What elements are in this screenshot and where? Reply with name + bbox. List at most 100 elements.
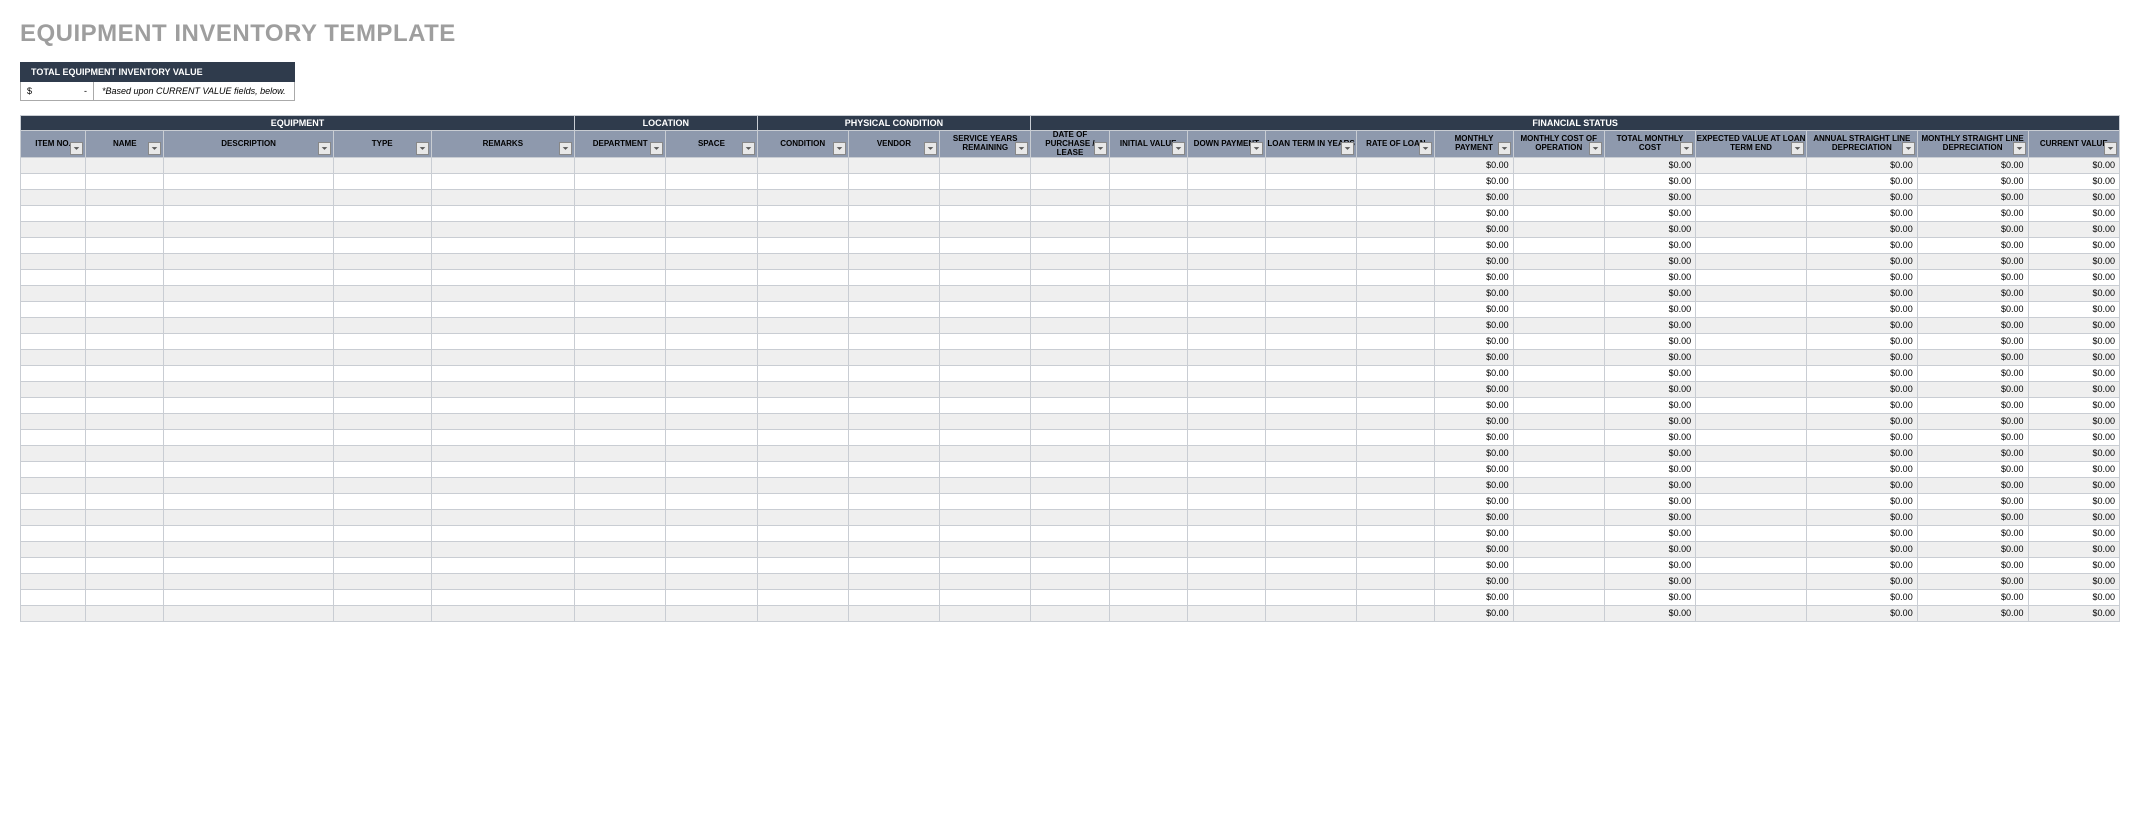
- cell-vendor[interactable]: [848, 606, 939, 622]
- cell-vendor[interactable]: [848, 478, 939, 494]
- cell-date-purchase[interactable]: [1031, 158, 1109, 174]
- cell-vendor[interactable]: [848, 158, 939, 174]
- cell-expected-value[interactable]: [1696, 430, 1807, 446]
- cell-space[interactable]: [666, 478, 757, 494]
- cell-description[interactable]: [164, 318, 333, 334]
- cell-service-years[interactable]: [940, 478, 1031, 494]
- cell-current-value[interactable]: $0.00: [2028, 526, 2120, 542]
- cell-expected-value[interactable]: [1696, 318, 1807, 334]
- cell-expected-value[interactable]: [1696, 254, 1807, 270]
- cell-initial-value[interactable]: [1109, 190, 1187, 206]
- cell-service-years[interactable]: [940, 526, 1031, 542]
- cell-condition[interactable]: [757, 222, 848, 238]
- cell-type[interactable]: [333, 350, 431, 366]
- cell-current-value[interactable]: $0.00: [2028, 366, 2120, 382]
- cell-space[interactable]: [666, 590, 757, 606]
- cell-type[interactable]: [333, 606, 431, 622]
- cell-total-monthly-cost[interactable]: $0.00: [1604, 334, 1695, 350]
- cell-monthly-depreciation[interactable]: $0.00: [1917, 254, 2028, 270]
- cell-vendor[interactable]: [848, 318, 939, 334]
- cell-monthly-cost-operation[interactable]: [1513, 494, 1604, 510]
- cell-space[interactable]: [666, 494, 757, 510]
- cell-expected-value[interactable]: [1696, 494, 1807, 510]
- cell-department[interactable]: [575, 542, 666, 558]
- cell-monthly-cost-operation[interactable]: [1513, 174, 1604, 190]
- cell-initial-value[interactable]: [1109, 398, 1187, 414]
- cell-expected-value[interactable]: [1696, 462, 1807, 478]
- cell-loan-term[interactable]: [1265, 350, 1356, 366]
- cell-expected-value[interactable]: [1696, 590, 1807, 606]
- cell-loan-term[interactable]: [1265, 190, 1356, 206]
- cell-annual-depreciation[interactable]: $0.00: [1806, 302, 1917, 318]
- cell-name[interactable]: [86, 206, 164, 222]
- cell-down-payment[interactable]: [1187, 366, 1265, 382]
- cell-date-purchase[interactable]: [1031, 350, 1109, 366]
- cell-item-no[interactable]: [21, 334, 86, 350]
- cell-name[interactable]: [86, 382, 164, 398]
- cell-date-purchase[interactable]: [1031, 398, 1109, 414]
- cell-vendor[interactable]: [848, 222, 939, 238]
- cell-condition[interactable]: [757, 494, 848, 510]
- cell-initial-value[interactable]: [1109, 478, 1187, 494]
- cell-department[interactable]: [575, 350, 666, 366]
- cell-space[interactable]: [666, 254, 757, 270]
- cell-current-value[interactable]: $0.00: [2028, 430, 2120, 446]
- cell-type[interactable]: [333, 270, 431, 286]
- cell-monthly-depreciation[interactable]: $0.00: [1917, 510, 2028, 526]
- cell-rate-of-loan[interactable]: [1357, 526, 1435, 542]
- cell-total-monthly-cost[interactable]: $0.00: [1604, 222, 1695, 238]
- cell-space[interactable]: [666, 238, 757, 254]
- cell-down-payment[interactable]: [1187, 270, 1265, 286]
- cell-item-no[interactable]: [21, 238, 86, 254]
- cell-remarks[interactable]: [431, 462, 574, 478]
- cell-total-monthly-cost[interactable]: $0.00: [1604, 590, 1695, 606]
- cell-description[interactable]: [164, 462, 333, 478]
- cell-monthly-cost-operation[interactable]: [1513, 158, 1604, 174]
- cell-rate-of-loan[interactable]: [1357, 510, 1435, 526]
- cell-service-years[interactable]: [940, 270, 1031, 286]
- cell-condition[interactable]: [757, 158, 848, 174]
- cell-expected-value[interactable]: [1696, 574, 1807, 590]
- cell-monthly-depreciation[interactable]: $0.00: [1917, 574, 2028, 590]
- cell-item-no[interactable]: [21, 318, 86, 334]
- cell-monthly-depreciation[interactable]: $0.00: [1917, 158, 2028, 174]
- cell-name[interactable]: [86, 558, 164, 574]
- cell-annual-depreciation[interactable]: $0.00: [1806, 478, 1917, 494]
- cell-rate-of-loan[interactable]: [1357, 302, 1435, 318]
- cell-expected-value[interactable]: [1696, 334, 1807, 350]
- filter-icon[interactable]: [416, 142, 429, 155]
- cell-name[interactable]: [86, 542, 164, 558]
- cell-date-purchase[interactable]: [1031, 334, 1109, 350]
- cell-date-purchase[interactable]: [1031, 494, 1109, 510]
- cell-monthly-cost-operation[interactable]: [1513, 430, 1604, 446]
- cell-monthly-cost-operation[interactable]: [1513, 350, 1604, 366]
- cell-rate-of-loan[interactable]: [1357, 286, 1435, 302]
- cell-remarks[interactable]: [431, 446, 574, 462]
- cell-remarks[interactable]: [431, 174, 574, 190]
- cell-initial-value[interactable]: [1109, 430, 1187, 446]
- cell-space[interactable]: [666, 286, 757, 302]
- cell-loan-term[interactable]: [1265, 478, 1356, 494]
- cell-rate-of-loan[interactable]: [1357, 222, 1435, 238]
- cell-down-payment[interactable]: [1187, 190, 1265, 206]
- cell-condition[interactable]: [757, 526, 848, 542]
- cell-total-monthly-cost[interactable]: $0.00: [1604, 238, 1695, 254]
- cell-department[interactable]: [575, 366, 666, 382]
- cell-down-payment[interactable]: [1187, 414, 1265, 430]
- cell-loan-term[interactable]: [1265, 542, 1356, 558]
- cell-initial-value[interactable]: [1109, 334, 1187, 350]
- cell-rate-of-loan[interactable]: [1357, 382, 1435, 398]
- cell-vendor[interactable]: [848, 414, 939, 430]
- cell-item-no[interactable]: [21, 542, 86, 558]
- cell-date-purchase[interactable]: [1031, 318, 1109, 334]
- filter-icon[interactable]: [1498, 142, 1511, 155]
- filter-icon[interactable]: [833, 142, 846, 155]
- cell-item-no[interactable]: [21, 174, 86, 190]
- cell-space[interactable]: [666, 382, 757, 398]
- cell-service-years[interactable]: [940, 510, 1031, 526]
- cell-monthly-depreciation[interactable]: $0.00: [1917, 606, 2028, 622]
- filter-icon[interactable]: [1172, 142, 1185, 155]
- cell-remarks[interactable]: [431, 334, 574, 350]
- cell-condition[interactable]: [757, 398, 848, 414]
- cell-description[interactable]: [164, 478, 333, 494]
